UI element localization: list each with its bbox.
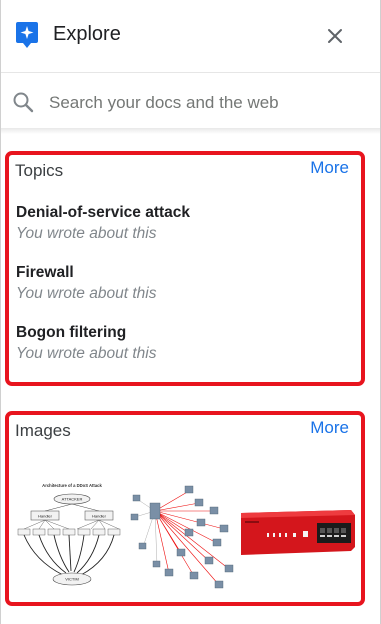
search-bar [1, 73, 380, 131]
images-more-link[interactable]: More [310, 418, 349, 438]
topic-name: Bogon filtering [16, 324, 127, 341]
ddos-handler-label: Handler [38, 513, 53, 518]
topic-item-denial-of-service[interactable]: Denial-of-service attack You wrote about… [16, 204, 346, 243]
images-card: Images More Architecture of a DDoS Attac… [5, 411, 365, 606]
image-thumbnail-ddos-diagram[interactable]: Architecture of a DDoS Attack ATTACKER H… [15, 481, 129, 596]
image-thumbnail-network-diagram[interactable] [129, 481, 241, 596]
close-icon[interactable] [323, 24, 347, 48]
ddos-diagram-caption: Architecture of a DDoS Attack [42, 483, 102, 488]
search-icon [12, 91, 34, 113]
search-shadow [1, 128, 380, 134]
panel-title: Explore [53, 23, 121, 45]
topic-name: Denial-of-service attack [16, 204, 191, 221]
topic-subtitle: You wrote about this [16, 285, 157, 302]
topics-card: Topics More Denial-of-service attack You… [5, 151, 365, 386]
explore-panel: Explore Topics More Denial-of-service at… [0, 0, 381, 624]
explore-icon [16, 22, 38, 48]
search-input[interactable] [49, 89, 359, 117]
ddos-handler-label: Handler [92, 513, 107, 518]
topic-subtitle: You wrote about this [16, 345, 157, 362]
image-thumbnail-firewall-appliance[interactable] [241, 481, 357, 596]
topics-more-link[interactable]: More [310, 158, 349, 178]
image-strip: Architecture of a DDoS Attack ATTACKER H… [15, 481, 357, 596]
topic-item-firewall[interactable]: Firewall You wrote about this [16, 264, 346, 303]
topics-heading: Topics [15, 161, 64, 180]
ddos-attacker-label: ATTACKER [62, 497, 83, 502]
topic-name: Firewall [16, 264, 74, 281]
topic-item-bogon-filtering[interactable]: Bogon filtering You wrote about this [16, 324, 346, 363]
close-button[interactable] [323, 24, 347, 48]
ddos-victim-label: VICTIM [65, 577, 79, 582]
topic-subtitle: You wrote about this [16, 225, 157, 242]
images-heading: Images [15, 421, 71, 440]
panel-header: Explore [1, 0, 380, 72]
